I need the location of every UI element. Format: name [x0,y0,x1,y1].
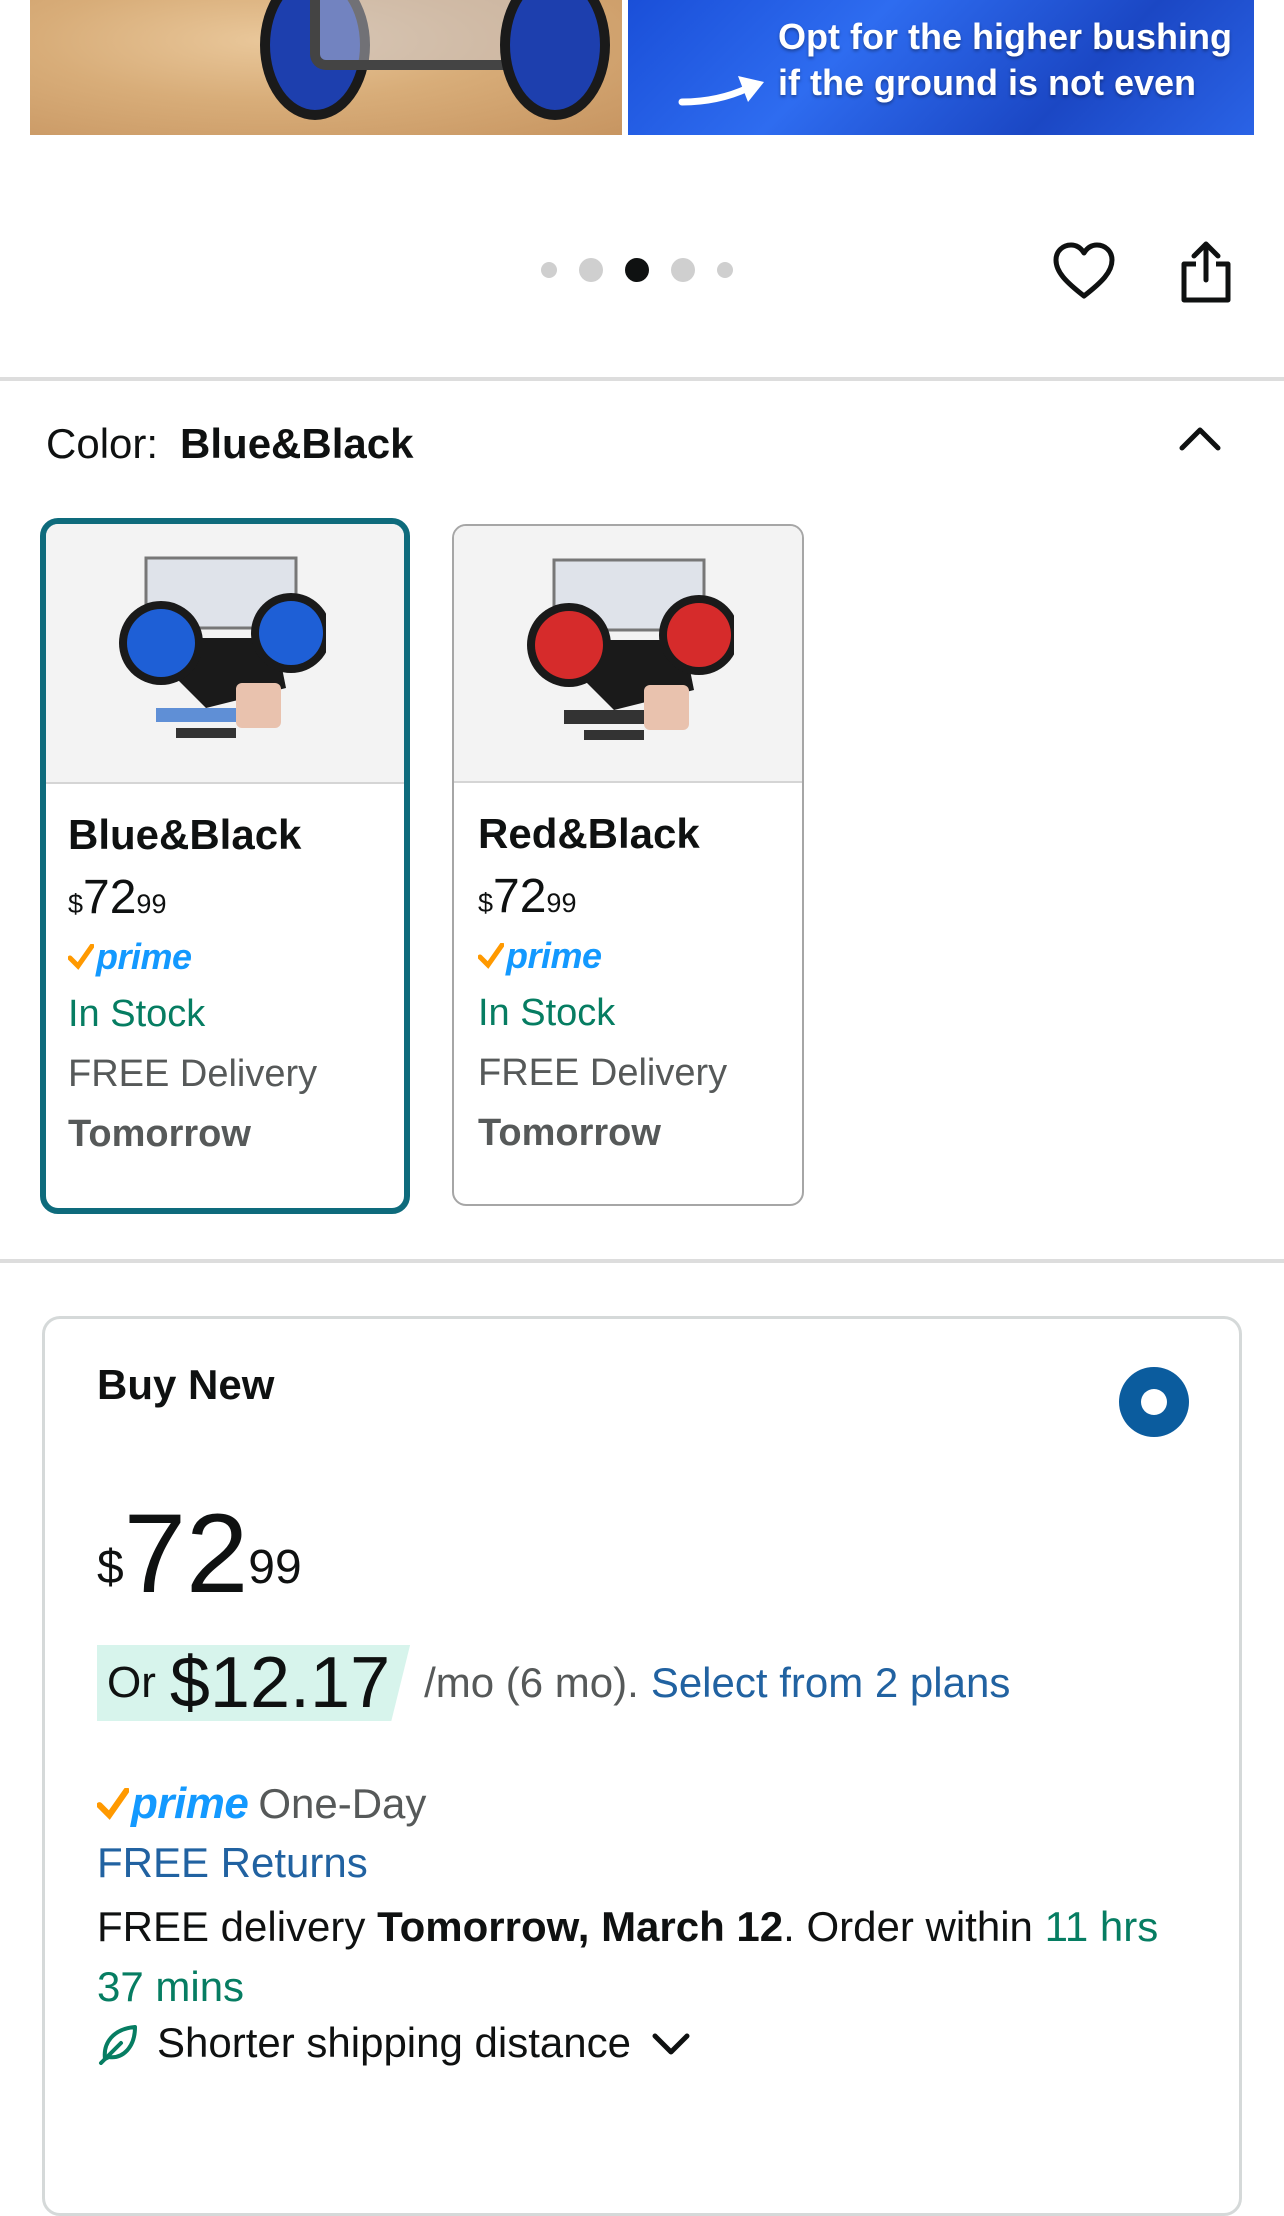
banner-line-2: if the ground is not even [778,62,1197,103]
delivery-date: Tomorrow, March 12 [377,1903,784,1950]
shipping-distance-toggle[interactable]: Shorter shipping distance [97,2019,691,2067]
delivery-day: Tomorrow [478,1112,661,1154]
wheel-color-fill [127,609,195,677]
chevron-up-icon[interactable] [1176,420,1224,456]
prime-badge: prime [68,930,404,984]
swatch-name: Red&Black [478,810,700,857]
prime-check-icon [478,943,504,969]
swatch-price: $7299 [478,870,577,923]
color-option-red-black[interactable]: Red&Black $7299 prime In Stock FREE Deli… [452,524,804,1206]
monthly-terms: /mo (6 mo). [424,1659,639,1706]
arrow-icon [678,76,764,106]
carousel-dot[interactable] [541,262,557,278]
cart-thumbnail [119,556,326,738]
color-selector-header: Color: Blue&Black [46,420,413,468]
swatch-image [46,524,404,784]
installment-highlight: Or $12.17 [97,1643,411,1723]
delivery-label: FREE Delivery [478,1052,728,1094]
heart-icon [1053,242,1115,299]
delivery-info: FREE delivery Tomorrow, March 12. Order … [97,1903,1159,2010]
installment-row: Or $12.17 /mo (6 mo). Select from 2 plan… [97,1645,1010,1721]
delivery-day: Tomorrow [68,1113,251,1155]
prime-check-icon [68,944,94,970]
shipping-note: Shorter shipping distance [157,2019,631,2066]
cart-thumbnail [527,558,734,740]
buy-new-card[interactable]: Buy New $7299 Or $12.17 /mo (6 mo). Sele… [42,1316,1242,2216]
monthly-amount: $12.17 [169,1643,391,1723]
product-photo-caption-panel: Opt for the higher bushing if the ground… [628,0,1254,135]
select-plans-link[interactable]: Select from 2 plans [651,1659,1011,1707]
banner-line-1: Opt for the higher bushing [778,16,1232,57]
share-icon [1181,241,1231,303]
product-photo-sand [30,0,622,135]
prime-one-day: prime One-Day [97,1779,426,1829]
buy-new-title: Buy New [97,1361,275,1408]
leaf-icon [99,2025,137,2065]
swatch-name: Blue&Black [68,811,302,858]
share-button[interactable] [1174,240,1238,304]
wishlist-button[interactable] [1052,240,1116,304]
prime-badge: prime [478,929,802,983]
color-label: Color: [46,420,159,467]
color-option-blue-black[interactable]: Blue&Black $7299 prime In Stock FREE Del… [40,518,410,1214]
stock-status: In Stock [478,992,616,1034]
banner-caption: Opt for the higher bushing if the ground… [778,14,1248,106]
buy-new-radio[interactable] [1119,1367,1189,1437]
chevron-down-icon [652,2033,690,2055]
swatch-image [454,526,802,783]
delivery-label: FREE Delivery [68,1053,318,1095]
carousel-dot[interactable] [579,258,603,282]
carousel-dot[interactable] [717,262,733,278]
carousel-dot-active[interactable] [625,258,649,282]
price: $7299 [97,1491,302,1616]
swatch-price: $7299 [68,871,167,924]
free-returns-link[interactable]: FREE Returns [97,1839,368,1887]
stock-status: In Stock [68,993,206,1035]
wheel-right [500,0,610,120]
product-image[interactable]: Opt for the higher bushing if the ground… [30,0,1254,135]
section-divider [0,377,1284,381]
section-divider [0,1259,1284,1263]
carousel-dot[interactable] [671,258,695,282]
prime-check-icon [97,1788,129,1820]
carousel-dots [530,258,744,282]
color-selected-value: Blue&Black [180,420,414,467]
